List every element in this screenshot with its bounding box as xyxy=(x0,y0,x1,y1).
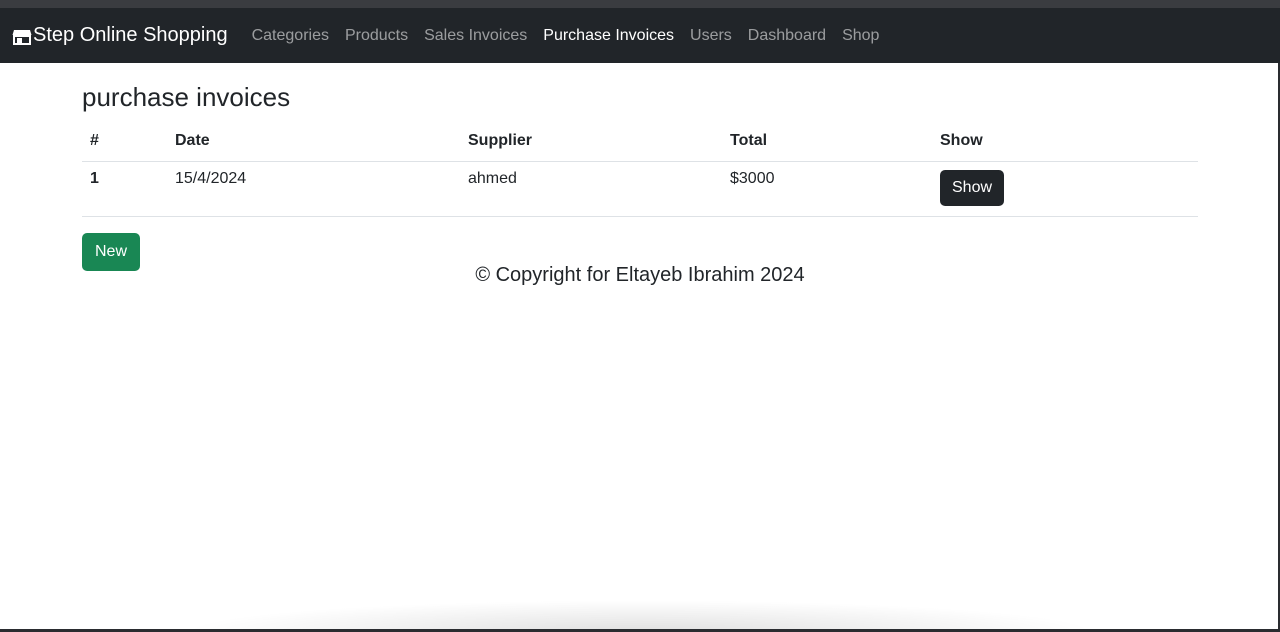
nav-purchase-invoices[interactable]: Purchase Invoices xyxy=(535,27,682,45)
window-top-strip xyxy=(0,0,1280,8)
cell-index: 1 xyxy=(82,161,167,217)
cell-date: 15/4/2024 xyxy=(167,161,460,217)
nav-products[interactable]: Products xyxy=(337,27,416,45)
navbar: Step Online Shopping Categories Products… xyxy=(0,8,1280,63)
col-total-header: Total xyxy=(722,123,932,162)
invoices-table: # Date Supplier Total Show 1 15/4/2024 a… xyxy=(82,123,1198,217)
window-shadow xyxy=(180,600,1100,632)
cell-show: Show xyxy=(932,161,1198,217)
nav-categories[interactable]: Categories xyxy=(244,27,337,45)
show-button[interactable]: Show xyxy=(940,169,1005,206)
col-index-header: # xyxy=(82,123,167,162)
nav-dashboard[interactable]: Dashboard xyxy=(740,27,834,45)
table-header-row: # Date Supplier Total Show xyxy=(82,123,1198,162)
brand-link[interactable]: Step Online Shopping xyxy=(12,24,228,47)
footer-copyright: © Copyright for Eltayeb Ibrahim 2024 xyxy=(475,264,805,286)
col-date-header: Date xyxy=(167,123,460,162)
table-row: 1 15/4/2024 ahmed $3000 Show xyxy=(82,161,1198,217)
main-content: purchase invoices # Date Supplier Total … xyxy=(82,63,1198,271)
nav-sales-invoices[interactable]: Sales Invoices xyxy=(416,27,535,45)
nav-users[interactable]: Users xyxy=(682,27,740,45)
shop-icon xyxy=(12,28,32,45)
brand-title: Step Online Shopping xyxy=(33,24,228,46)
nav-shop[interactable]: Shop xyxy=(834,27,887,45)
col-show-header: Show xyxy=(932,123,1198,162)
cell-supplier: ahmed xyxy=(460,161,722,217)
page-title: purchase invoices xyxy=(82,82,291,112)
col-supplier-header: Supplier xyxy=(460,123,722,162)
cell-total: $3000 xyxy=(722,161,932,217)
